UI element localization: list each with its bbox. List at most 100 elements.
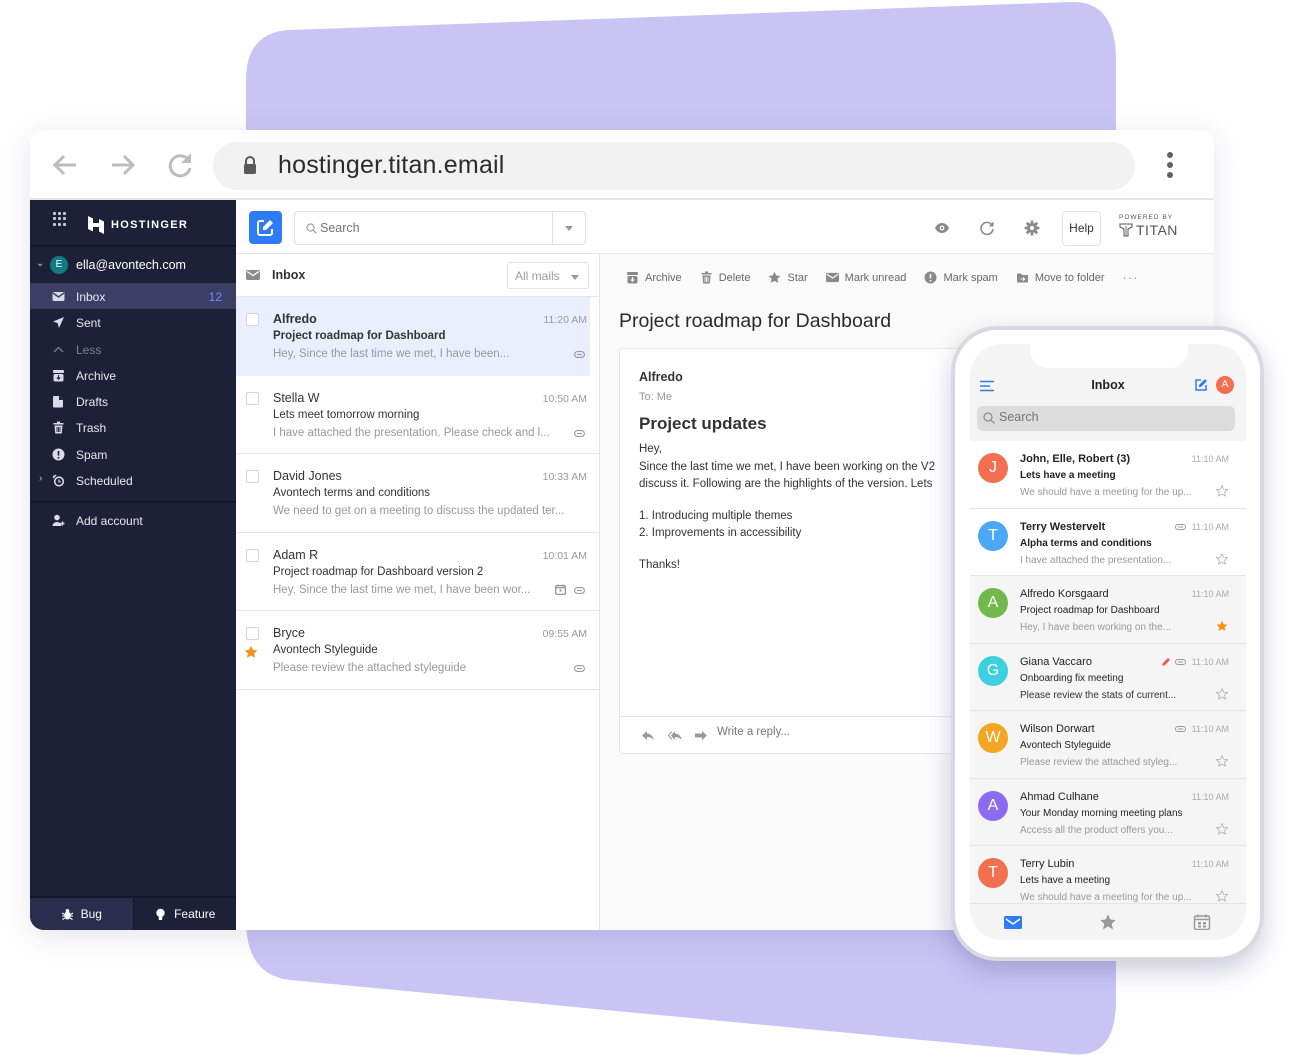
sidebar-item-less[interactable]: Less [30,336,236,362]
reload-button[interactable] [163,148,197,182]
star-outline-icon[interactable] [1216,485,1228,497]
mail-sender: Wilson Dorwart [1020,723,1095,735]
tab-calendar-icon[interactable] [1193,914,1211,930]
star-icon [769,271,781,283]
eye-icon[interactable] [934,220,950,236]
search-input[interactable] [320,218,545,238]
forward-button[interactable] [106,148,140,182]
feature-request-button[interactable]: Feature [134,898,237,930]
star-outline-icon[interactable] [1216,890,1228,902]
star-outline-icon[interactable] [1216,687,1228,700]
mail-preview: Please review the attached styleg... [1020,757,1178,768]
phone-mail-item[interactable]: T Terry Westervelt 11:10 AM Alpha terms … [970,508,1246,576]
mail-list-item[interactable]: Bryce 09:55 AM Avontech Styleguide Pleas… [236,611,599,690]
phone-mail-item[interactable]: W Wilson Dorwart 11:10 AM Avontech Style… [970,711,1246,779]
arrow-left-icon [52,154,76,176]
star-filled-icon[interactable] [244,645,258,659]
move-to-folder-label: Move to folder [1034,271,1105,284]
phone-mail-item[interactable]: J John, Elle, Robert (3) 11:10 AM Lets h… [970,441,1246,509]
compose-icon[interactable] [1194,378,1208,392]
hostinger-logo: HOSTINGER [88,216,188,234]
chevron-up-icon [53,346,64,353]
mail-sender: David Jones [273,469,342,483]
browser-toolbar: hostinger.titan.email [30,130,1214,200]
mark-spam-button[interactable]: Mark spam [924,270,998,285]
mail-list-item[interactable]: Stella W 10:50 AM Lets meet tomorrow mor… [236,376,599,454]
gear-icon[interactable] [1024,220,1040,236]
phone-mockup: Inbox A J John, Elle, Robert (3) 11:10 A… [951,326,1264,961]
address-bar[interactable]: hostinger.titan.email [213,142,1135,190]
message-subject: Project roadmap for Dashboard [619,310,892,332]
move-to-folder-button[interactable]: Move to folder [1016,270,1105,285]
select-checkbox[interactable] [246,627,259,640]
compose-button[interactable] [249,211,282,244]
envelope-icon [52,292,65,301]
browser-menu-icon[interactable] [1160,152,1180,182]
add-account-button[interactable]: Add account [30,507,236,533]
search-options-dropdown[interactable] [552,212,585,244]
more-icon: ··· [1122,270,1139,285]
mail-list-title: Inbox [272,268,306,282]
report-bug-button[interactable]: Bug [30,898,134,930]
reply-all-icon[interactable] [668,729,682,741]
phone-mail-item[interactable]: A Ahmad Culhane 11:10 AM Your Monday mor… [970,778,1246,846]
mail-list-item[interactable]: Adam R 10:01 AM Project roadmap for Dash… [236,533,599,611]
mail-list-item[interactable]: David Jones 10:33 AM Avontech terms and … [236,454,599,533]
select-checkbox[interactable] [246,470,259,483]
more-actions-button[interactable]: ··· [1123,270,1139,285]
chevron-down-icon[interactable]: ⌄ [36,258,44,269]
tab-mail-icon[interactable] [1004,914,1022,930]
mail-sender: Bryce [273,626,305,640]
star-filled-icon[interactable] [1216,620,1228,632]
archive-button[interactable]: Archive [626,270,682,285]
sidebar-item-drafts[interactable]: Drafts [30,388,236,414]
star-outline-icon[interactable] [1216,822,1228,835]
trash-icon [701,271,712,284]
forward-icon[interactable] [694,729,708,741]
exclamation-circle-icon [924,271,937,284]
envelope-icon [246,270,260,280]
refresh-icon[interactable] [979,220,995,236]
select-checkbox[interactable] [246,391,259,405]
sender-avatar: G [978,655,1008,686]
phone-mail-item[interactable]: G Giana Vaccaro 11:10 AM Onboarding fix … [970,643,1246,711]
mail-time: 10:50 AM [542,392,587,405]
reply-icon[interactable] [641,729,655,741]
mark-unread-button[interactable]: Mark unread [825,270,907,285]
mail-sender: John, Elle, Robert (3) [1020,453,1131,465]
star-button[interactable]: Star [768,270,808,285]
mail-time: 11:10 AM [1191,656,1229,667]
mail-preview: Hey, Since the last time we met, I have … [273,583,531,596]
sidebar-item-inbox[interactable]: Inbox 12 [30,283,236,310]
user-avatar[interactable]: A [1216,376,1234,394]
apps-grid-icon[interactable] [53,212,67,226]
hostinger-logo-icon [88,216,104,234]
lightbulb-icon [156,908,165,920]
sidebar-item-scheduled[interactable]: › Scheduled [30,467,236,493]
phone-search-input[interactable] [999,410,1219,424]
mail-list-item[interactable]: Alfredo 11:20 AM Project roadmap for Das… [236,297,590,376]
mail-filter-dropdown[interactable]: All mails [507,262,589,289]
phone-mail-item[interactable]: A Alfredo Korsgaard 11:10 AM Project roa… [970,576,1246,644]
mail-preview: I have attached the presentation... [1020,554,1172,566]
mail-time: 11:10 AM [1191,589,1229,599]
mark-unread-label: Mark unread [844,271,907,284]
sidebar-item-trash[interactable]: Trash [30,414,236,440]
mark-spam-label: Mark spam [943,271,998,284]
delete-button[interactable]: Delete [700,270,750,285]
help-button[interactable]: Help [1062,211,1101,246]
star-outline-icon[interactable] [1216,755,1228,767]
account-email: ella@avontech.com [76,258,186,272]
back-button[interactable] [48,148,82,182]
sidebar-item-archive[interactable]: Archive [30,362,236,388]
sender-avatar: T [978,520,1008,551]
sidebar-item-spam[interactable]: Spam [30,441,236,467]
account-row[interactable]: ⌄ E ella@avontech.com [30,247,236,283]
select-checkbox[interactable] [246,548,259,562]
star-outline-icon[interactable] [1216,552,1228,565]
mail-time: 11:10 AM [1191,724,1229,734]
select-checkbox[interactable] [246,313,259,326]
tab-starred-icon[interactable] [1099,914,1117,930]
sidebar-item-sent[interactable]: Sent [30,309,236,335]
chevron-right-icon[interactable]: › [39,473,42,484]
